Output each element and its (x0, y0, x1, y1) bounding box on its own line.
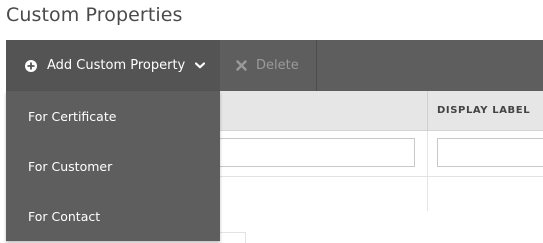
column-divider (427, 91, 428, 131)
add-property-dropdown-menu: For Certificate For Customer For Contact (6, 91, 220, 241)
menu-item-label: For Contact (28, 208, 101, 224)
chevron-down-icon (195, 62, 206, 69)
menu-item-for-customer[interactable]: For Customer (6, 141, 220, 191)
column-header-display-label[interactable]: DISPLAY LABEL (437, 91, 530, 131)
toolbar-divider (316, 40, 317, 91)
plus-circle-icon (25, 59, 37, 72)
x-icon (236, 60, 247, 71)
page-title: Custom Properties (6, 4, 183, 26)
menu-item-for-contact[interactable]: For Contact (6, 191, 220, 241)
menu-item-for-certificate[interactable]: For Certificate (6, 91, 220, 141)
menu-item-label: For Certificate (28, 108, 117, 124)
column-divider (427, 131, 428, 211)
add-custom-property-button[interactable]: Add Custom Property (6, 40, 220, 91)
name-filter-input[interactable] (206, 138, 415, 167)
toolbar: Add Custom Property Delete (6, 40, 543, 91)
menu-item-label: For Customer (28, 158, 113, 174)
delete-button[interactable]: Delete (236, 40, 299, 91)
delete-label: Delete (256, 58, 299, 73)
display-label-filter-input[interactable] (437, 138, 543, 167)
add-custom-property-label: Add Custom Property (47, 58, 186, 73)
